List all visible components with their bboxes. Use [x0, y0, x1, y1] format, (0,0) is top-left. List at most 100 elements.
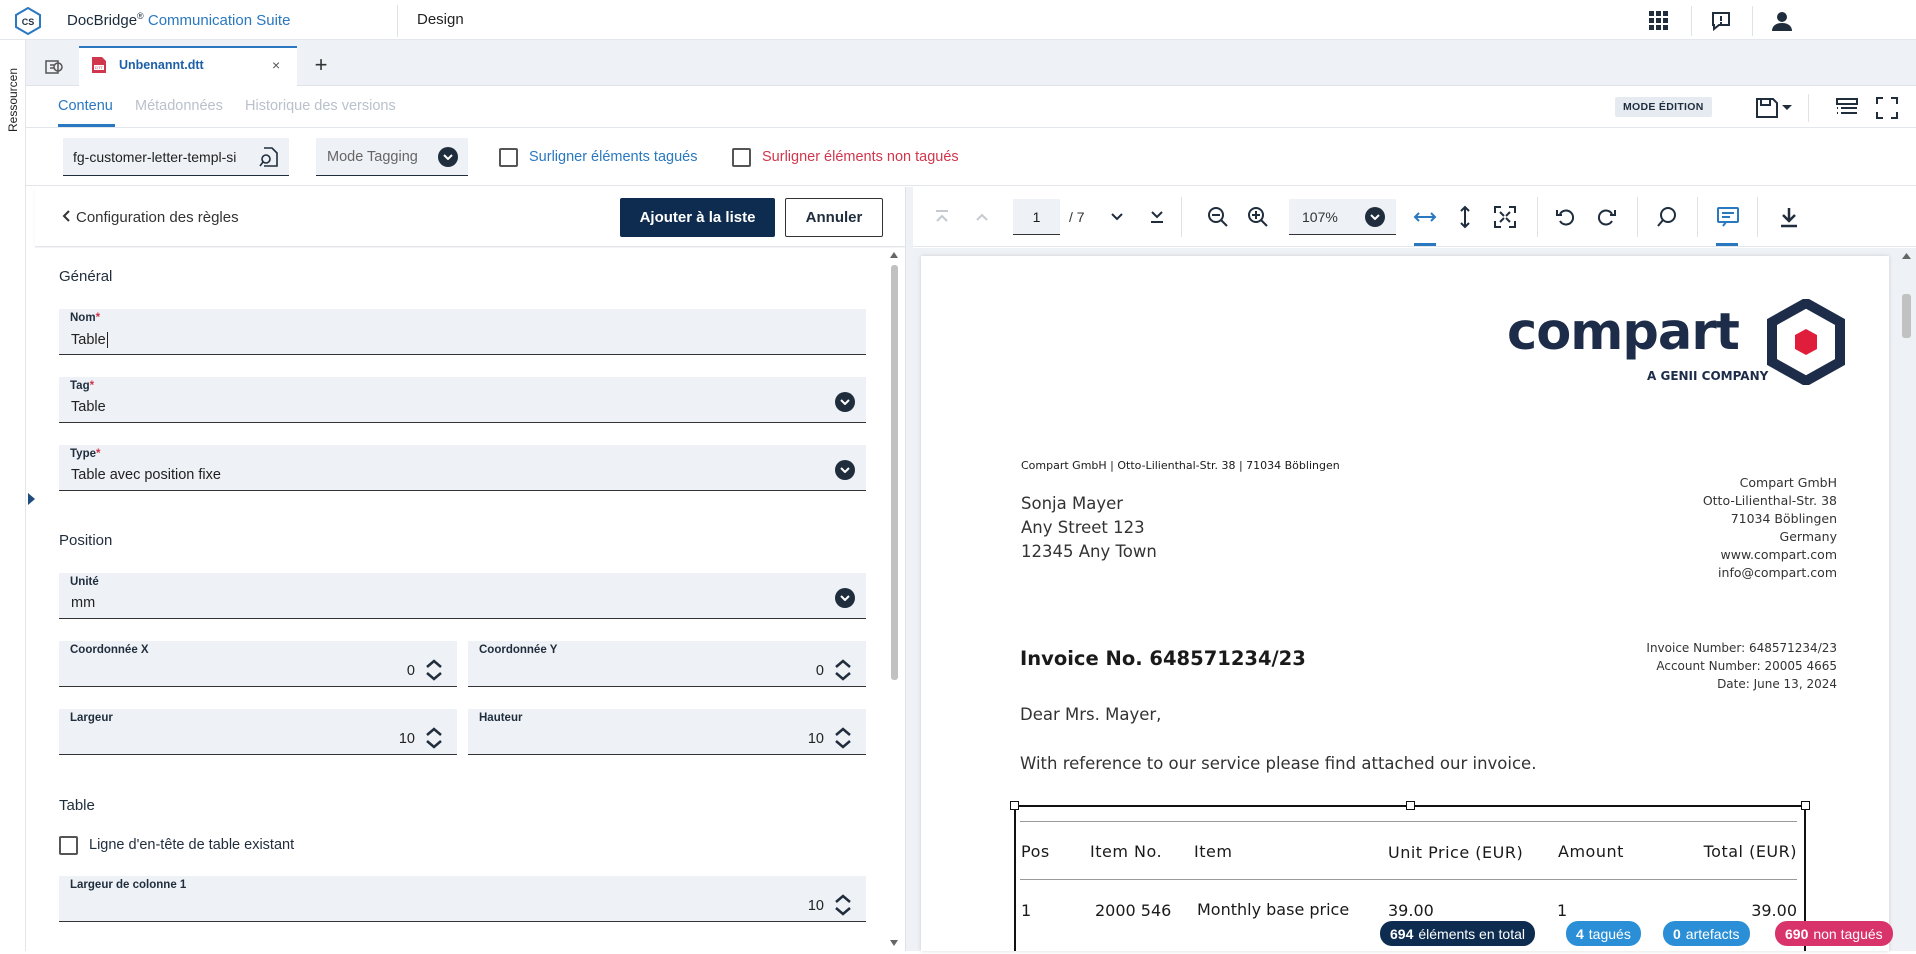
- table-header-cell: Item: [1194, 842, 1233, 861]
- highlight-tagged-checkbox[interactable]: [499, 148, 518, 167]
- tagged-badge[interactable]: 4 tagués: [1566, 921, 1641, 946]
- width-value[interactable]: 10: [380, 731, 415, 747]
- resources-rail: [0, 40, 26, 951]
- chevron-down-icon[interactable]: [835, 460, 855, 480]
- form-scrollbar-thumb[interactable]: [891, 265, 898, 680]
- table-header-cell: Item No.: [1090, 842, 1163, 861]
- viewer-scrollbar[interactable]: [1901, 250, 1912, 948]
- apps-grid-icon[interactable]: [1646, 8, 1672, 34]
- feedback-icon[interactable]: [1708, 8, 1734, 34]
- x-coordinate-value[interactable]: 0: [380, 663, 415, 679]
- zoom-in-icon[interactable]: [1246, 205, 1270, 229]
- panel-splitter[interactable]: [905, 187, 913, 951]
- resources-rail-toggle[interactable]: Ressourcen: [0, 60, 26, 140]
- width-label: Largeur: [70, 712, 113, 724]
- fit-width-icon[interactable]: [1413, 205, 1437, 229]
- total-label: éléments en total: [1418, 925, 1525, 942]
- chevron-down-icon[interactable]: [835, 392, 855, 412]
- height-value[interactable]: 10: [789, 731, 824, 747]
- fit-page-icon[interactable]: [1493, 205, 1517, 229]
- fullscreen-icon[interactable]: [1876, 97, 1898, 119]
- tag-select[interactable]: [59, 377, 866, 423]
- resize-handle[interactable]: [1801, 801, 1810, 810]
- table-cell: Monthly base price: [1197, 900, 1350, 919]
- chevron-down-icon[interactable]: [1365, 207, 1385, 227]
- tagging-view-icon[interactable]: [1716, 205, 1740, 229]
- invoice-meta-line: Invoice Number: 648571234/23: [1646, 641, 1837, 655]
- add-tab-button[interactable]: +: [310, 54, 332, 76]
- viewer-scrollbar-thumb[interactable]: [1902, 294, 1911, 338]
- page-number-input[interactable]: 1: [1013, 199, 1060, 235]
- tab-close-icon[interactable]: ×: [272, 57, 280, 73]
- subtab-version-history[interactable]: Historique des versions: [245, 98, 396, 114]
- untagged-label: non tagués: [1813, 925, 1883, 942]
- rotate-right-icon[interactable]: [1594, 205, 1618, 229]
- user-account-icon[interactable]: [1769, 8, 1795, 34]
- back-to-rules-link[interactable]: Configuration des règles: [62, 209, 239, 226]
- previous-page-icon[interactable]: [970, 205, 994, 229]
- untagged-badge[interactable]: 690 non tagués: [1775, 921, 1893, 946]
- untagged-count: 690: [1785, 925, 1809, 942]
- resize-handle[interactable]: [1406, 801, 1415, 810]
- artefacts-badge[interactable]: 0 artefacts: [1663, 921, 1750, 946]
- rotate-left-icon[interactable]: [1554, 205, 1578, 229]
- section-general: Général: [59, 268, 113, 285]
- stepper-icon[interactable]: [834, 893, 852, 917]
- zoom-out-icon[interactable]: [1206, 205, 1230, 229]
- highlight-untagged-checkbox[interactable]: [732, 148, 751, 167]
- unit-label: Unité: [70, 576, 99, 588]
- subtab-content[interactable]: Contenu: [58, 98, 113, 114]
- logo-text: CS: [22, 17, 35, 27]
- stepper-icon[interactable]: [834, 658, 852, 682]
- invoice-title: Invoice No. 648571234/23: [1020, 647, 1306, 670]
- subtab-metadata[interactable]: Métadonnées: [135, 98, 223, 114]
- save-menu-icon[interactable]: [1755, 96, 1795, 120]
- header-row-checkbox[interactable]: [59, 836, 78, 855]
- cancel-button[interactable]: Annuler: [785, 198, 883, 237]
- company-line: Compart GmbH: [1739, 475, 1837, 490]
- table-header-cell: Unit Price (EUR): [1388, 843, 1524, 862]
- unit-select[interactable]: [59, 573, 866, 619]
- next-page-icon[interactable]: [1105, 205, 1129, 229]
- table-cell: 1: [1021, 901, 1032, 920]
- resize-handle[interactable]: [1010, 801, 1019, 810]
- recipient-line: Any Street 123: [1021, 518, 1145, 537]
- search-icon[interactable]: [1655, 205, 1679, 229]
- y-coordinate-value[interactable]: 0: [789, 663, 824, 679]
- height-label: Hauteur: [479, 712, 523, 724]
- toolbar-divider: [1808, 94, 1809, 122]
- chevron-down-icon[interactable]: [835, 588, 855, 608]
- first-page-icon[interactable]: [930, 205, 954, 229]
- last-page-icon[interactable]: [1145, 205, 1169, 229]
- stepper-icon[interactable]: [425, 726, 443, 750]
- active-tool-indicator: [1716, 243, 1738, 246]
- zoom-value: 107%: [1302, 209, 1338, 225]
- stepper-icon[interactable]: [425, 658, 443, 682]
- column-width-label: Largeur de colonne 1: [70, 879, 187, 891]
- fit-height-icon[interactable]: [1453, 205, 1477, 229]
- section-title: Design: [417, 11, 464, 28]
- preview-settings-icon[interactable]: [44, 56, 66, 78]
- app-logo[interactable]: CS: [14, 6, 42, 36]
- name-field[interactable]: [59, 309, 866, 355]
- app-title: DocBridge® Communication Suite: [67, 11, 290, 29]
- template-file-icon: DTT: [91, 56, 107, 74]
- add-to-list-button[interactable]: Ajouter à la liste: [620, 198, 775, 237]
- browse-template-icon[interactable]: [259, 147, 279, 167]
- download-icon[interactable]: [1777, 205, 1801, 229]
- stepper-icon[interactable]: [834, 726, 852, 750]
- toolbar-divider: [1637, 197, 1638, 237]
- highlight-untagged-label: Surligner éléments non tagués: [762, 149, 959, 165]
- table-rule: [1020, 879, 1797, 880]
- document-page: compart A GENII COMPANY Compart GmbH | O…: [921, 256, 1889, 951]
- tab-label[interactable]: Unbenannt.dtt: [119, 58, 204, 72]
- name-input[interactable]: Table: [71, 332, 108, 348]
- type-value: Table avec position fixe: [71, 467, 221, 483]
- brand-name: DocBridge: [67, 12, 138, 29]
- header-divider: [397, 5, 398, 37]
- column-width-value[interactable]: 10: [789, 898, 824, 914]
- chevron-down-icon[interactable]: [438, 147, 458, 167]
- company-address-block: Compart GmbH Otto-Lilienthal-Str. 38 710…: [1703, 474, 1837, 582]
- layout-toggle-icon[interactable]: [1836, 98, 1858, 118]
- back-link-label: Configuration des règles: [76, 209, 239, 226]
